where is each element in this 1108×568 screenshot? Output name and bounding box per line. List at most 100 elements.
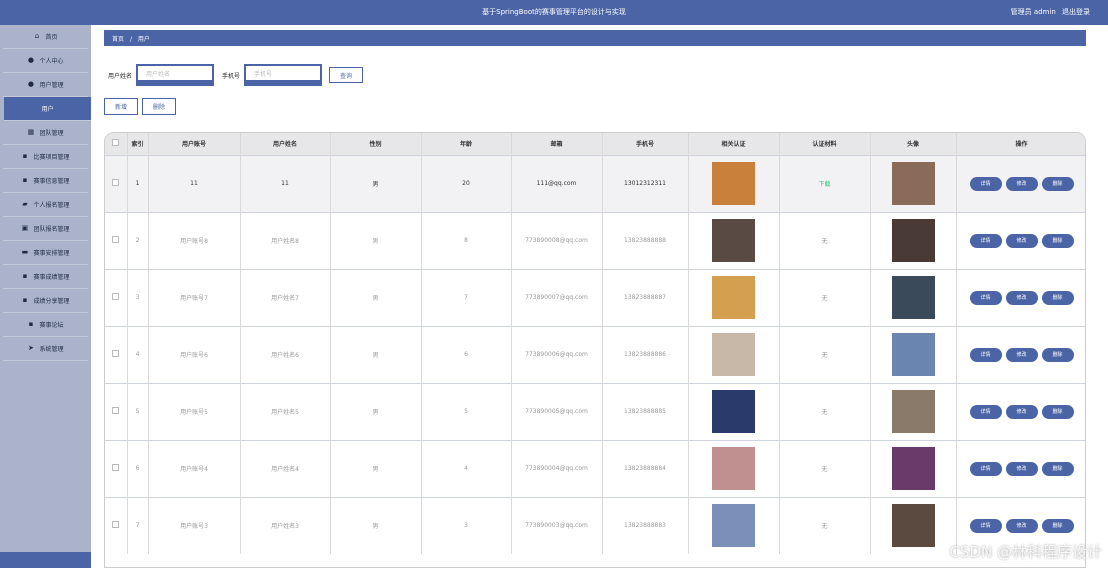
avatar-cell [870,268,957,326]
edit-button[interactable]: 修改 [1005,290,1038,305]
select-all-checkbox[interactable] [112,139,120,147]
edit-button[interactable]: 修改 [1005,347,1038,362]
sidebar-item[interactable]: ▪ 赛事信息管理 [3,169,88,193]
cert-cell [688,268,780,326]
phone-cell: 13823888887 [602,268,689,326]
detail-button[interactable]: 详情 [969,518,1002,533]
email-cell-text: 773890006@qq.com [525,351,588,358]
certification-image[interactable] [712,333,755,376]
account-cell-text: 用户账号8 [180,238,208,245]
detail-button[interactable]: 详情 [969,404,1002,419]
edit-button[interactable]: 修改 [1005,518,1038,533]
row-delete-button[interactable]: 删除 [1041,176,1074,191]
name-search-input[interactable]: 用户姓名 [136,64,215,86]
age-cell-text: 8 [464,237,468,244]
row-delete-button[interactable]: 删除 [1041,461,1074,476]
sidebar-item[interactable]: ▪ 比赛项目管理 [3,145,88,169]
row-actions: 详情 修改 删除 [957,347,1086,362]
delete-button[interactable]: 删除 [142,98,176,115]
material-cell-text[interactable]: 下载 [818,181,830,188]
chk [105,268,128,326]
sidebar-item[interactable]: ▪ 赛事成绩管理 [3,265,88,289]
row-delete-button[interactable]: 删除 [1041,347,1074,362]
add-button[interactable]: 新增 [104,98,138,115]
account-cell: 11 [148,154,241,212]
row-checkbox[interactable] [112,521,120,529]
sidebar-item[interactable]: ⌂ 首页 [3,25,88,49]
sidebar-item[interactable]: ▪ 成绩分享管理 [3,289,88,313]
certification-image[interactable] [712,390,755,433]
sidebar-item[interactable]: ▦ 团队管理 [3,121,88,145]
search-button[interactable]: 查询 [329,67,364,83]
row-checkbox[interactable] [112,407,120,414]
user-icon: ● [27,80,35,88]
avatar-image[interactable] [891,390,935,433]
column-header: 年龄 [421,133,512,155]
avatar-image[interactable] [891,162,935,205]
age-cell-text: 3 [464,522,468,530]
sidebar-item[interactable]: ▪ 赛事论坛 [3,313,88,337]
avatar-image[interactable] [891,276,935,319]
row-delete-button[interactable]: 删除 [1041,290,1074,305]
detail-button[interactable]: 详情 [969,461,1002,476]
row-delete-button[interactable]: 删除 [1041,404,1074,419]
certification-image[interactable] [712,447,755,490]
row-checkbox[interactable] [112,293,120,300]
sidebar-item[interactable]: 用户 [4,97,91,121]
breadcrumb-home[interactable]: 首页 [112,36,124,43]
edit-button[interactable]: 修改 [1005,176,1038,191]
sidebar-item[interactable]: ▬ 赛事安排管理 [3,241,88,265]
row-delete-button[interactable]: 删除 [1041,518,1074,533]
account-cell-text: 用户账号5 [180,409,208,416]
row-checkbox[interactable] [112,464,120,471]
detail-button[interactable]: 详情 [969,233,1002,248]
sidebar-item[interactable]: ▰ 个人报名管理 [3,193,88,217]
calendar-icon: ▦ [27,128,35,136]
sidebar-item[interactable]: ➤ 系统管理 [3,337,88,361]
age-cell-text: 5 [464,408,468,415]
sidebar-item[interactable]: ▣ 团队报名管理 [3,217,88,241]
avatar-image[interactable] [891,447,935,490]
table-row: 5 用户账号5 用户姓名5 男 5 773890005@qq.com 13823888885… [105,382,1085,440]
sidebar-item[interactable]: ● 个人中心 [3,49,88,73]
gender-cell-text: 男 [372,466,379,473]
email-cell-text: 773890003@qq.com [525,522,588,530]
sidebar-item-label: 比赛项目管理 [33,154,70,161]
chk [105,325,128,383]
email-cell: 773890003@qq.com [511,496,603,554]
email-cell-text: 773890005@qq.com [525,408,588,415]
logout-link[interactable]: 退出登录 [1062,8,1090,16]
row-delete-button[interactable]: 删除 [1041,233,1074,248]
detail-button[interactable]: 详情 [969,176,1002,191]
ops-cell: 详情 修改 删除 [956,382,1085,440]
edit-button[interactable]: 修改 [1005,404,1038,419]
row-actions: 详情 修改 删除 [957,233,1086,248]
avatar-image[interactable] [891,333,935,376]
user-area: 管理员 admin 退出登录 [1007,7,1090,17]
index-cell: 5 [127,382,149,440]
certification-image[interactable] [712,162,755,205]
certification-image[interactable] [712,504,755,548]
avatar-image[interactable] [891,504,935,548]
edit-button[interactable]: 修改 [1005,461,1038,476]
phone-cell-text: 13012312311 [624,180,666,187]
phone-search-input[interactable]: 手机号 [244,64,323,86]
sidebar-item-label: 团队报名管理 [33,226,70,233]
search-bar: 用户姓名 用户姓名 手机号 手机号 查询 [108,64,364,86]
row-checkbox[interactable] [112,350,120,357]
account-cell-text: 11 [190,180,198,187]
sidebar-item[interactable]: ● 用户管理 [3,73,88,97]
row-checkbox[interactable] [112,236,120,243]
edit-button[interactable]: 修改 [1005,233,1038,248]
detail-button[interactable]: 详情 [969,347,1002,362]
certification-image[interactable] [712,276,755,319]
email-cell-text: 111@qq.com [536,180,577,187]
email-cell: 111@qq.com [511,154,603,212]
ops-cell: 详情 修改 删除 [956,268,1085,326]
avatar-image[interactable] [891,219,935,262]
document-icon: ▣ [21,224,29,232]
certification-image[interactable] [712,219,755,262]
detail-button[interactable]: 详情 [969,290,1002,305]
material-cell: 无 [779,211,871,269]
row-checkbox[interactable] [112,179,120,186]
